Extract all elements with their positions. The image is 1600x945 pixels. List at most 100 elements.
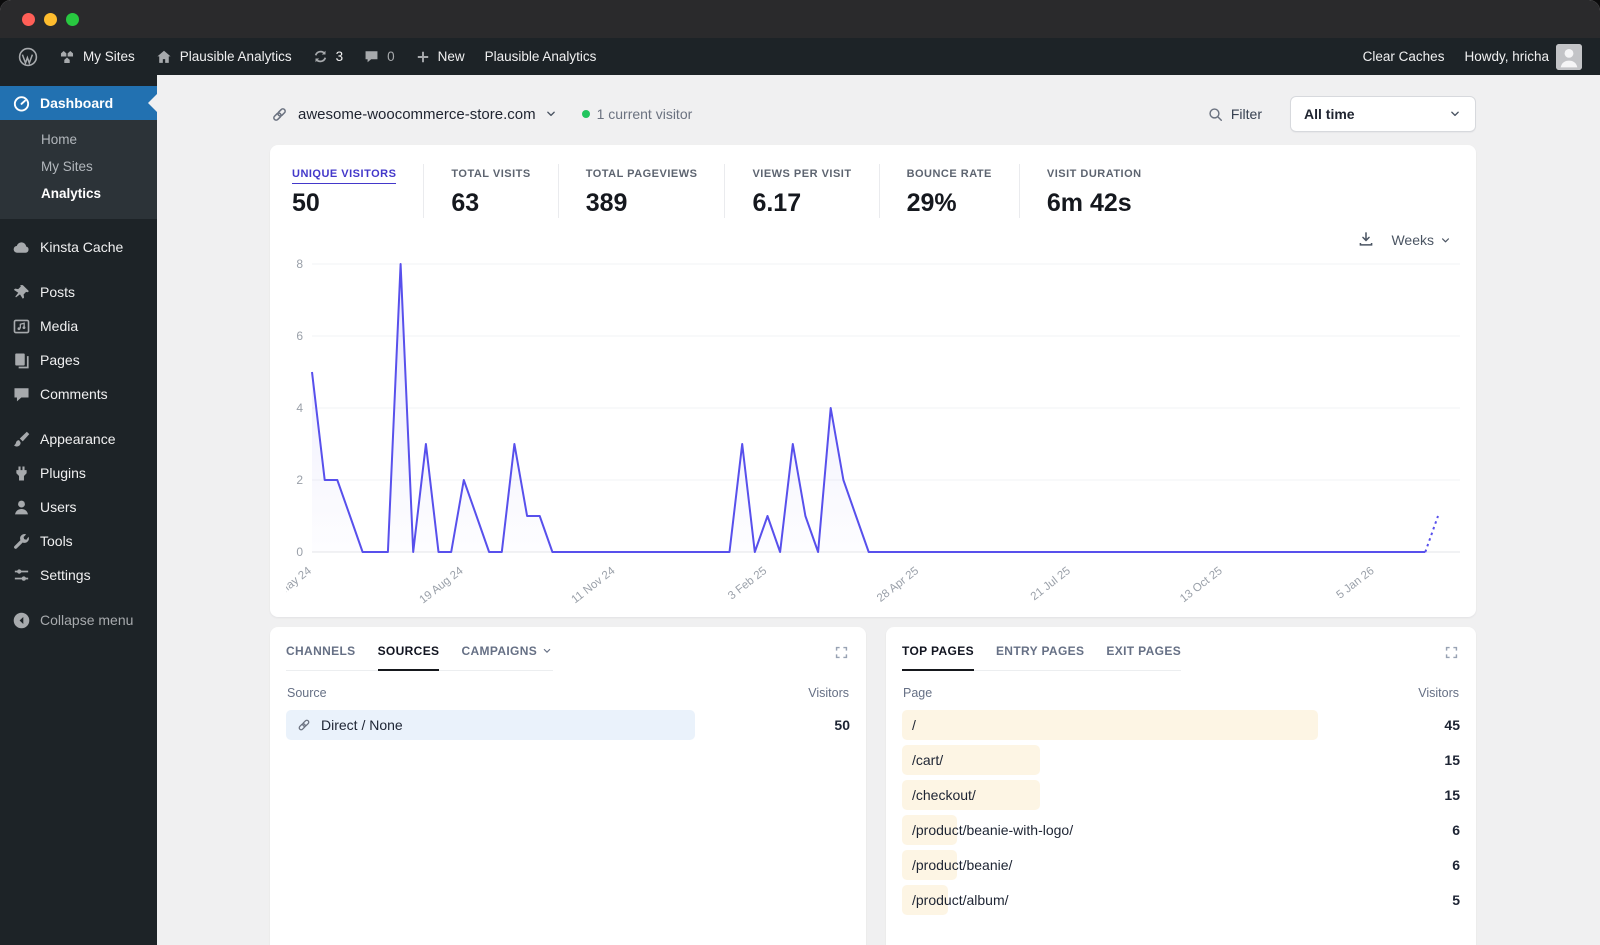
- sidebar-item-posts[interactable]: Posts: [0, 275, 157, 309]
- interval-select[interactable]: Weeks: [1391, 232, 1452, 248]
- metric-views-per-visit[interactable]: VIEWS PER VISIT 6.17: [752, 164, 880, 218]
- sidebar-item-settings[interactable]: Settings: [0, 558, 157, 592]
- row-label[interactable]: /cart/: [902, 752, 943, 768]
- row-label[interactable]: /checkout/: [902, 787, 976, 803]
- tab-sources[interactable]: SOURCES: [377, 644, 440, 671]
- comments-count: 0: [387, 49, 395, 64]
- metric-unique-visitors[interactable]: UNIQUE VISITORS 50: [292, 164, 425, 218]
- wordpress-logo-icon: [18, 47, 38, 67]
- link-icon: [296, 717, 312, 733]
- sidebar-item-comments[interactable]: Comments: [0, 377, 157, 411]
- expand-icon[interactable]: [833, 644, 850, 661]
- tab-entry-pages[interactable]: ENTRY PAGES: [996, 644, 1084, 671]
- account-menu[interactable]: Howdy, hricha: [1454, 38, 1592, 75]
- comment-bubble-icon: [363, 48, 380, 65]
- tab-top-pages[interactable]: TOP PAGES: [902, 644, 974, 671]
- submenu-item-my-sites[interactable]: My Sites: [0, 153, 157, 180]
- comments-menu[interactable]: 0: [353, 38, 405, 75]
- sources-card: CHANNELS SOURCES CAMPAIGNS Source Visitors…: [270, 627, 866, 945]
- my-sites-menu[interactable]: My Sites: [48, 38, 145, 75]
- tab-label: TOP PAGES: [902, 644, 974, 658]
- visitors-col-label: Visitors: [808, 686, 849, 700]
- row-value: 50: [834, 717, 850, 733]
- row-value: 15: [1444, 752, 1460, 768]
- table-row[interactable]: /product/album/5: [902, 885, 1460, 915]
- dashboard-submenu: Home My Sites Analytics: [0, 120, 157, 219]
- chevron-down-icon[interactable]: [544, 107, 558, 121]
- download-icon[interactable]: [1357, 230, 1375, 251]
- chevron-down-icon: [541, 645, 553, 657]
- row-label[interactable]: /product/album/: [902, 892, 1009, 908]
- tab-campaigns[interactable]: CAMPAIGNS: [461, 644, 553, 671]
- metric-visit-duration[interactable]: VISIT DURATION 6m 42s: [1047, 164, 1169, 218]
- tab-channels[interactable]: CHANNELS: [286, 644, 356, 671]
- wp-logo-menu[interactable]: [8, 38, 48, 75]
- window-minimize-button[interactable]: [44, 12, 57, 26]
- clear-caches-button[interactable]: Clear Caches: [1353, 38, 1455, 75]
- table-row[interactable]: /product/beanie/6: [902, 850, 1460, 880]
- visitors-line-chart[interactable]: 0 2 4 6 8 31 May 24 19 Aug 24 11 Nov 24 3 Feb 25…: [264, 256, 1460, 608]
- admin-sidebar: Dashboard Home My Sites Analytics Kinsta Cac…: [0, 75, 157, 945]
- svg-text:0: 0: [296, 545, 303, 559]
- submenu-item-analytics[interactable]: Analytics: [0, 180, 157, 207]
- sidebar-item-label: Dashboard: [40, 95, 114, 111]
- metric-bounce-rate[interactable]: BOUNCE RATE 29%: [907, 164, 1020, 218]
- metric-value: 29%: [906, 189, 957, 217]
- expand-icon[interactable]: [1443, 644, 1460, 661]
- row-label[interactable]: /product/beanie/: [902, 857, 1012, 873]
- submenu-item-home[interactable]: Home: [0, 126, 157, 153]
- new-content-menu[interactable]: New: [405, 38, 475, 75]
- date-range-select[interactable]: All time: [1290, 96, 1476, 132]
- window-zoom-button[interactable]: [66, 12, 79, 26]
- analytics-page: awesome-woocommerce-store.com 1 current …: [264, 96, 1476, 945]
- sidebar-item-tools[interactable]: Tools: [0, 524, 157, 558]
- new-label: New: [437, 49, 465, 64]
- site-menu[interactable]: Plausible Analytics: [145, 38, 302, 75]
- svg-text:4: 4: [296, 401, 303, 415]
- metric-label: BOUNCE RATE: [906, 168, 992, 180]
- row-label[interactable]: Direct / None: [286, 717, 403, 733]
- appearance-icon: [11, 430, 31, 449]
- sidebar-item-plugins[interactable]: Plugins: [0, 456, 157, 490]
- table-row[interactable]: /product/beanie-with-logo/6: [902, 815, 1460, 845]
- metric-value: 389: [585, 189, 628, 217]
- table-row[interactable]: / 45: [902, 710, 1460, 740]
- sidebar-item-label: Posts: [40, 284, 76, 300]
- metric-total-pageviews[interactable]: TOTAL PAGEVIEWS 389: [586, 164, 726, 218]
- updates-menu[interactable]: 3: [302, 38, 354, 75]
- table-row[interactable]: Direct / None 50: [286, 710, 850, 740]
- cloud-icon: [11, 238, 31, 257]
- pages-icon: [11, 351, 31, 370]
- analytics-overview-card: UNIQUE VISITORS 50 TOTAL VISITS 63 TOTAL PAG…: [264, 145, 1476, 617]
- table-row[interactable]: /checkout/15: [902, 780, 1460, 810]
- site-domain-selector[interactable]: awesome-woocommerce-store.com: [298, 106, 536, 123]
- table-row[interactable]: /cart/15: [902, 745, 1460, 775]
- sidebar-item-kinsta-cache[interactable]: Kinsta Cache: [0, 230, 157, 264]
- sidebar-item-media[interactable]: Media: [0, 309, 157, 343]
- chevron-down-icon: [1448, 107, 1462, 121]
- metric-label: UNIQUE VISITORS: [292, 168, 397, 184]
- sidebar-item-dashboard[interactable]: Dashboard: [0, 86, 157, 120]
- sidebar-item-pages[interactable]: Pages: [0, 343, 157, 377]
- current-visitors: 1 current visitor: [581, 106, 692, 122]
- collapse-icon: [11, 611, 31, 630]
- metric-label: TOTAL VISITS: [451, 168, 531, 180]
- row-value: 6: [1452, 857, 1460, 873]
- sidebar-item-collapse-menu[interactable]: Collapse menu: [0, 603, 157, 637]
- page-title-menu[interactable]: Plausible Analytics: [475, 38, 607, 75]
- row-label[interactable]: /product/beanie-with-logo/: [902, 822, 1073, 838]
- metric-label: TOTAL PAGEVIEWS: [585, 168, 698, 180]
- row-value: 45: [1444, 717, 1460, 733]
- sidebar-item-appearance[interactable]: Appearance: [0, 422, 157, 456]
- tab-exit-pages[interactable]: EXIT PAGES: [1106, 644, 1181, 671]
- avatar: [1556, 43, 1582, 70]
- svg-text:2: 2: [296, 473, 303, 487]
- window-close-button[interactable]: [22, 12, 35, 26]
- svg-text:31 May 24: 31 May 24: [286, 565, 314, 608]
- plugins-icon: [11, 464, 31, 483]
- tab-label: CAMPAIGNS: [461, 644, 538, 658]
- filter-button[interactable]: Filter: [1207, 106, 1262, 123]
- row-label[interactable]: /: [902, 717, 916, 733]
- sidebar-item-users[interactable]: Users: [0, 490, 157, 524]
- metric-total-visits[interactable]: TOTAL VISITS 63: [451, 164, 559, 218]
